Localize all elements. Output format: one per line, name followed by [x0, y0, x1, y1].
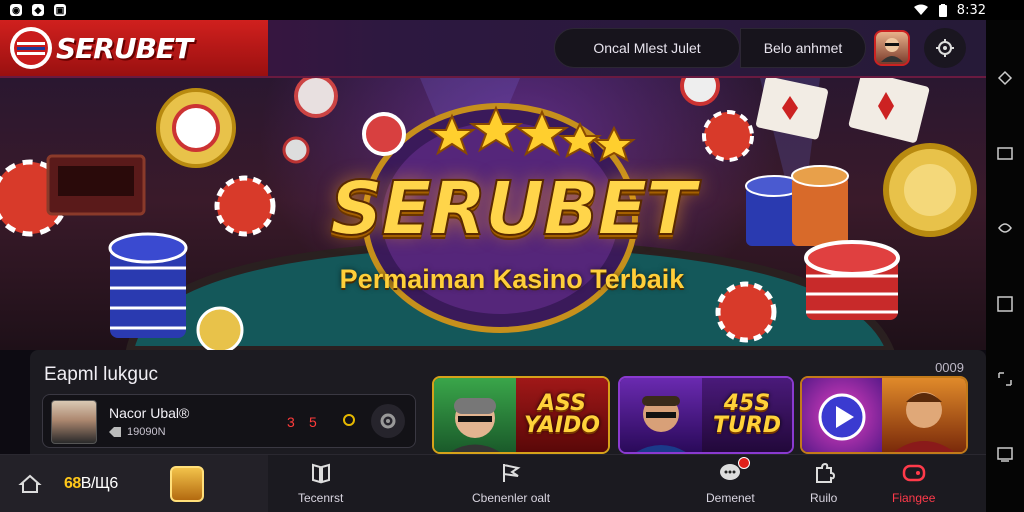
nav-label: Cbenenler oalt	[472, 491, 551, 505]
balance-prefix: 68	[64, 475, 81, 492]
app-notif-icon: ◆	[32, 4, 44, 16]
game-title: 45S TURD	[702, 378, 792, 452]
app-screen: ◉ ◆ ▣ 8:32 SERUBET Oncal Mlest Julet Bel…	[0, 0, 1024, 512]
message-icon: ▣	[54, 4, 66, 16]
nav-item-cbenenler[interactable]: Cbenenler oalt	[472, 461, 550, 505]
nav-item-demenet[interactable]: Demenet	[706, 457, 755, 505]
header-link-left[interactable]: Oncal Mlest Julet	[554, 28, 740, 68]
notification-icon: ◉	[10, 4, 22, 16]
gamepad-icon	[902, 461, 926, 485]
chat-icon	[718, 457, 751, 485]
hero-subtitle: Permaiman Kasino Terbaik	[339, 264, 685, 294]
nav-label: Ruilo	[810, 491, 838, 505]
flag-icon	[499, 461, 523, 485]
split-screen-icon[interactable]	[996, 370, 1014, 388]
user-card-sub: 19090N	[109, 426, 166, 438]
balance-suffix: B/Щ6	[80, 475, 119, 492]
game-tile[interactable]	[800, 376, 968, 454]
vip-badge-button[interactable]	[169, 466, 204, 502]
nav-item-fiangee[interactable]: Fiangee	[892, 461, 935, 505]
gear-icon	[380, 413, 396, 429]
gear-icon	[936, 39, 954, 57]
game-tile[interactable]: ASS YAIDO	[432, 376, 610, 454]
hero-title: SERUBET	[329, 165, 697, 253]
nav-item-tecenrst[interactable]: Tecenrst	[298, 461, 343, 505]
game-tile[interactable]: 45S TURD	[618, 376, 794, 454]
home-icon[interactable]	[18, 472, 42, 496]
recents-icon[interactable]	[996, 295, 1014, 313]
user-card-name: Nacor Ubal®	[109, 405, 190, 421]
user-avatar-button[interactable]	[874, 30, 910, 66]
keyboard-icon[interactable]	[996, 445, 1014, 463]
panel-count: 0009	[935, 360, 964, 375]
puzzle-icon	[812, 461, 836, 485]
user-stat-b: 5	[309, 414, 317, 430]
system-nav-rail	[986, 20, 1024, 512]
game-thumb-2	[882, 378, 966, 452]
hero-banner[interactable]: SERUBET Permaiman Kasino Terbaik	[0, 78, 986, 350]
battery-icon	[938, 3, 947, 17]
game-thumb	[802, 378, 882, 452]
logo-mark-icon	[10, 27, 52, 69]
book-icon	[309, 461, 333, 485]
panel-title: Eapml lukguc	[44, 364, 159, 385]
user-card-settings-button[interactable]	[371, 404, 405, 438]
notification-badge	[738, 457, 751, 469]
top-header: SERUBET Oncal Mlest Julet Belo anhmet	[0, 20, 986, 78]
brand-name: SERUBET	[56, 31, 193, 65]
bottom-nav: 68B/Щ6 Tecenrst Cbenenler oalt Demenet R…	[0, 454, 986, 512]
header-link-right[interactable]: Belo anhmet	[740, 28, 866, 68]
brand-logo[interactable]: SERUBET	[0, 20, 268, 76]
status-bar: ◉ ◆ ▣ 8:32	[0, 0, 1024, 20]
wifi-icon	[913, 4, 928, 15]
nav-label: Demenet	[706, 491, 755, 505]
coin-icon	[343, 414, 355, 426]
nav-label: Fiangee	[892, 491, 936, 505]
tag-icon	[109, 427, 121, 437]
game-thumb	[620, 378, 702, 452]
nav-label: Tecenrst	[298, 491, 344, 505]
wallet-bar: 68B/Щ6	[0, 455, 268, 512]
user-card-avatar	[51, 400, 97, 444]
user-avatar-icon	[881, 38, 903, 62]
balance-display: 68B/Щ6	[64, 475, 118, 493]
lobby-panel: Eapml lukguc 0009 Nacor Ubal® 19090N 3 5…	[30, 350, 986, 454]
user-card-sub-text: 19090N	[127, 426, 166, 438]
screenshot-icon[interactable]	[996, 144, 1014, 162]
rotate-icon[interactable]	[996, 69, 1014, 87]
nav-item-ruilo[interactable]: Ruilo	[810, 461, 837, 505]
game-title: ASS YAIDO	[516, 378, 608, 452]
back-icon[interactable]	[996, 219, 1014, 237]
game-thumb	[434, 378, 516, 452]
user-card[interactable]: Nacor Ubal® 19090N 3 5	[42, 394, 416, 448]
settings-button[interactable]	[924, 28, 966, 68]
user-stat-a: 3	[287, 414, 295, 430]
clock: 8:32	[956, 2, 986, 18]
